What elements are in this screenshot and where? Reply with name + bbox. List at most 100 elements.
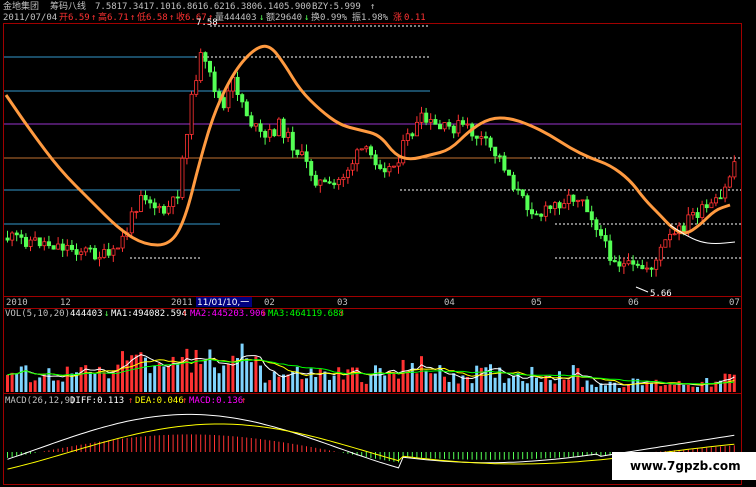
volume-bar xyxy=(346,369,350,392)
candle-body xyxy=(672,233,677,236)
amplitude-value: 1.98% xyxy=(361,13,389,23)
volume-bar xyxy=(512,375,515,392)
volume-bar xyxy=(272,371,276,392)
candle-body xyxy=(456,120,461,134)
quote-date: 2011/07/04 xyxy=(3,13,57,23)
low-arrow-icon: ↑ xyxy=(169,13,174,23)
volume-bar xyxy=(245,358,249,392)
candle-body xyxy=(97,256,102,260)
candle-body xyxy=(244,101,249,117)
volume-bar xyxy=(208,349,212,392)
vol-ma1: MA1:494082.594 xyxy=(111,309,187,319)
candle-body xyxy=(295,149,300,155)
macd-diff: DIFF:0.113 xyxy=(70,396,124,406)
volume-bar xyxy=(466,376,469,392)
volume-bar xyxy=(484,367,488,392)
volume-bar xyxy=(254,356,258,392)
top-price-marker: 7.58 xyxy=(196,18,218,28)
candle-body xyxy=(594,219,599,231)
volume-current: 444403 xyxy=(70,309,103,319)
volume-bar xyxy=(576,368,580,392)
x-tick-label: 06 xyxy=(628,298,639,308)
volume-bar xyxy=(535,377,538,392)
candle-body xyxy=(161,206,166,214)
volume-bar xyxy=(249,362,253,392)
candle-body xyxy=(93,248,98,260)
candle-body xyxy=(322,179,327,183)
turnover-value: 0.99% xyxy=(320,13,348,23)
amount-label: 额 xyxy=(266,11,275,23)
indicator-value-5: 6.380 xyxy=(230,2,257,12)
volume-bar xyxy=(167,365,170,392)
volume-bar xyxy=(65,366,69,392)
volume-bar xyxy=(231,355,235,392)
candle-body xyxy=(437,123,442,130)
volume-bar xyxy=(682,384,686,392)
candle-body xyxy=(576,199,581,202)
volume-header: VOL(5,10,20) 444403 ↓ MA1:494082.594 ↑ M… xyxy=(5,309,344,319)
candle-body xyxy=(645,267,650,270)
volume-bar xyxy=(268,380,272,392)
candle-body xyxy=(502,155,507,171)
candle-body xyxy=(414,121,419,137)
volume-bar xyxy=(116,364,120,392)
candle-body xyxy=(175,196,180,199)
candle-body xyxy=(525,195,530,211)
x-tick-label: 04 xyxy=(444,298,455,308)
candle-body xyxy=(617,261,622,267)
volume-bar xyxy=(521,381,525,392)
indicator-name: 筹码八线 xyxy=(50,0,86,12)
candle-body xyxy=(138,195,143,212)
volume-bar xyxy=(309,368,313,392)
volume-bar xyxy=(489,364,492,392)
candle-body xyxy=(304,151,309,162)
candle-body xyxy=(626,260,631,265)
indicator-value-2: 7.101 xyxy=(149,2,176,12)
volume-bar xyxy=(277,376,281,392)
macd-dea: DEA:0.046 xyxy=(135,396,184,406)
candle-body xyxy=(106,249,111,256)
candle-body xyxy=(516,188,521,191)
volume-bar xyxy=(663,384,667,392)
volume-bar xyxy=(447,381,451,392)
volume-bar xyxy=(475,365,479,392)
candle-body xyxy=(488,137,493,148)
stock-title: 金地集团 xyxy=(3,0,39,12)
chart-background xyxy=(0,0,756,487)
candle-body xyxy=(332,182,337,186)
bzy-value: BZY:5.999 xyxy=(312,2,361,12)
candle-body xyxy=(649,267,654,270)
macd-macd-arrow-icon: ↑ xyxy=(241,396,246,406)
candle-body xyxy=(723,186,728,199)
close-label: 收 xyxy=(176,11,185,23)
volume-bar xyxy=(640,385,644,392)
volume-bar xyxy=(295,366,299,392)
volume-bar xyxy=(507,378,511,392)
volume-bar xyxy=(691,386,695,392)
open-arrow-icon: ↑ xyxy=(91,13,96,23)
x-tick-label: 07 xyxy=(729,298,740,308)
vol-ma3: MA3:464119.688 xyxy=(268,309,344,319)
volume-title: VOL(5,10,20) xyxy=(5,309,70,319)
volume-bar xyxy=(79,367,83,392)
open-value: 6.59 xyxy=(68,13,90,23)
volume-bar xyxy=(213,367,216,392)
candle-body xyxy=(79,251,84,255)
volume-bar xyxy=(581,386,584,392)
volume-bar xyxy=(558,371,561,392)
volume-bar xyxy=(364,383,368,392)
candle-body xyxy=(553,202,558,209)
volume-bar xyxy=(240,343,244,392)
volume-bar xyxy=(24,365,28,392)
candle-body xyxy=(695,212,700,218)
candle-body xyxy=(479,136,484,139)
candle-body xyxy=(686,214,691,232)
volume-bar xyxy=(617,387,621,392)
candle-body xyxy=(189,93,194,135)
volume-bar xyxy=(88,371,92,392)
candle-body xyxy=(378,164,383,169)
volume-bar xyxy=(102,372,106,392)
volume-bar xyxy=(38,377,42,392)
candle-body xyxy=(37,237,42,247)
volume-bar xyxy=(148,373,152,392)
